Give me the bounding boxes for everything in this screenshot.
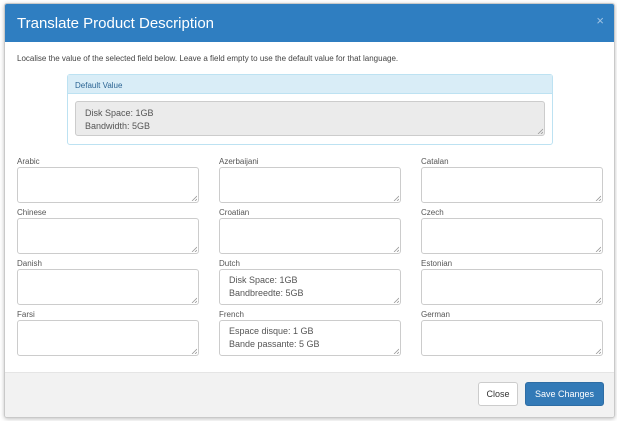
label-french: French: [219, 310, 244, 319]
resize-grip-icon[interactable]: [595, 297, 601, 303]
label-czech: Czech: [421, 208, 444, 217]
textarea-czech[interactable]: [421, 218, 603, 254]
instructions-text: Localise the value of the selected field…: [17, 54, 399, 63]
label-estonian: Estonian: [421, 259, 453, 268]
resize-grip-icon[interactable]: [191, 246, 197, 252]
modal-title: Translate Product Description: [17, 15, 215, 32]
resize-grip-icon[interactable]: [191, 195, 197, 201]
resize-grip-icon[interactable]: [595, 195, 601, 201]
resize-grip-icon[interactable]: [191, 297, 197, 303]
label-azerbaijani: Azerbaijani: [219, 157, 259, 166]
modal-header: Translate Product Description ×: [5, 4, 614, 42]
textarea-french[interactable]: Espace disque: 1 GB Bande passante: 5 GB: [219, 320, 401, 356]
translate-modal: Translate Product Description × Localise…: [4, 3, 615, 418]
textarea-chinese[interactable]: [17, 218, 199, 254]
textarea-catalan[interactable]: [421, 167, 603, 203]
resize-grip-icon[interactable]: [595, 246, 601, 252]
label-dutch: Dutch: [219, 259, 240, 268]
resize-grip-icon[interactable]: [393, 195, 399, 201]
default-value-panel-header: [68, 75, 552, 94]
resize-grip-icon[interactable]: [393, 246, 399, 252]
textarea-line: Disk Space: 1GB: [229, 275, 298, 285]
textarea-german[interactable]: [421, 320, 603, 356]
textarea-line: Bande passante: 5 GB: [229, 339, 320, 349]
label-catalan: Catalan: [421, 157, 449, 166]
save-changes-button[interactable]: Save Changes: [525, 382, 604, 406]
close-icon[interactable]: ×: [596, 14, 604, 28]
textarea-azerbaijani[interactable]: [219, 167, 401, 203]
default-value-line: Bandwidth: 5GB: [85, 121, 151, 131]
label-croatian: Croatian: [219, 208, 250, 217]
textarea-line: Bandbreedte: 5GB: [229, 288, 304, 298]
textarea-dutch[interactable]: Disk Space: 1GB Bandbreedte: 5GB: [219, 269, 401, 305]
default-value-textarea: Disk Space: 1GB Bandwidth: 5GB: [75, 101, 545, 136]
textarea-estonian[interactable]: [421, 269, 603, 305]
resize-grip-icon[interactable]: [393, 297, 399, 303]
modal-footer: Close Save Changes: [5, 372, 614, 417]
resize-grip-icon[interactable]: [537, 128, 543, 134]
default-value-line: Disk Space: 1GB: [85, 108, 154, 118]
resize-grip-icon[interactable]: [595, 348, 601, 354]
default-value-panel: Default Value Disk Space: 1GB Bandwidth:…: [67, 74, 553, 145]
resize-grip-icon[interactable]: [191, 348, 197, 354]
textarea-line: Espace disque: 1 GB: [229, 326, 314, 336]
textarea-arabic[interactable]: [17, 167, 199, 203]
textarea-croatian[interactable]: [219, 218, 401, 254]
textarea-danish[interactable]: [17, 269, 199, 305]
label-danish: Danish: [17, 259, 42, 268]
label-german: German: [421, 310, 450, 319]
textarea-farsi[interactable]: [17, 320, 199, 356]
label-arabic: Arabic: [17, 157, 40, 166]
label-chinese: Chinese: [17, 208, 47, 217]
default-value-heading: Default Value: [75, 81, 123, 90]
close-button[interactable]: Close: [478, 382, 518, 406]
resize-grip-icon[interactable]: [393, 348, 399, 354]
label-farsi: Farsi: [17, 310, 35, 319]
